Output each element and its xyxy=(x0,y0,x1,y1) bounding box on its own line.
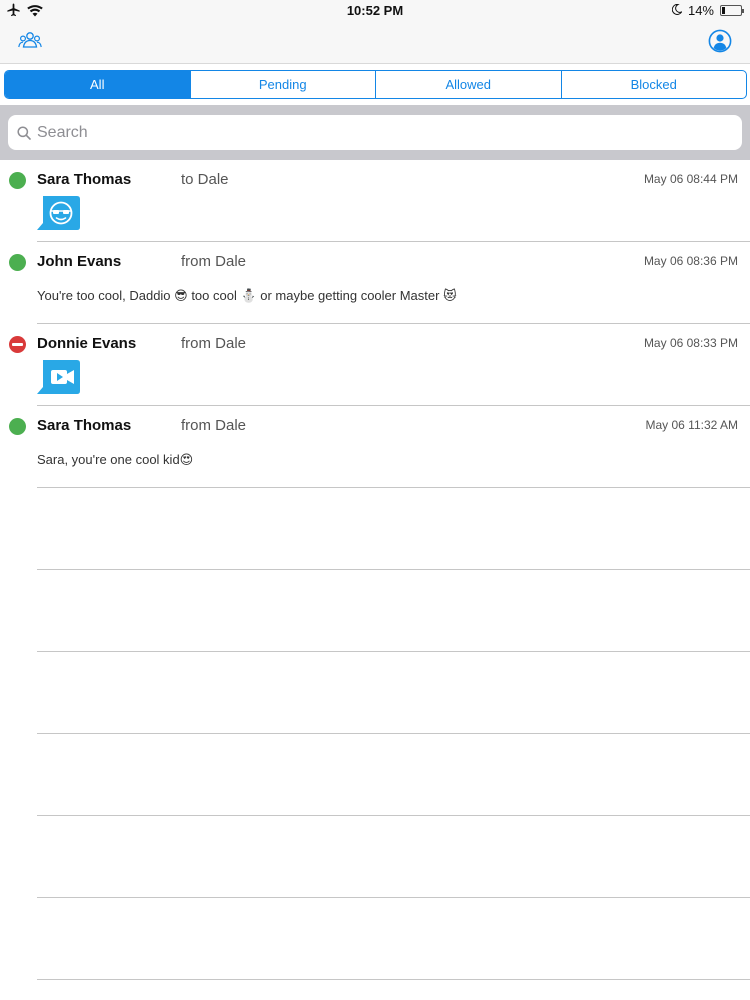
message-timestamp: May 06 08:33 PM xyxy=(643,336,738,350)
list-item[interactable]: Sara Thomas to Dale May 06 08:44 PM xyxy=(0,160,750,242)
sender-name: John Evans xyxy=(37,253,122,270)
tab-blocked[interactable]: Blocked xyxy=(560,71,747,98)
message-timestamp: May 06 08:44 PM xyxy=(643,172,738,186)
message-text: Sara, you're one cool kid😍 xyxy=(37,452,194,467)
blocked-status-icon xyxy=(9,336,26,353)
empty-row xyxy=(0,734,750,816)
search-icon xyxy=(17,125,31,140)
message-direction: from Dale xyxy=(181,417,247,434)
profile-icon[interactable] xyxy=(708,29,732,58)
search-input[interactable] xyxy=(37,123,717,142)
search-box xyxy=(8,115,742,150)
battery-level xyxy=(722,7,725,14)
moon-icon xyxy=(671,3,683,18)
empty-row xyxy=(0,570,750,652)
list-item[interactable]: Donnie Evans from Dale May 06 08:33 PM xyxy=(0,324,750,406)
message-direction: to Dale xyxy=(181,171,229,188)
empty-row xyxy=(0,898,750,980)
message-direction: from Dale xyxy=(181,253,247,270)
tab-pending[interactable]: Pending xyxy=(189,71,376,98)
allowed-status-icon xyxy=(9,418,26,435)
message-list: Sara Thomas to Dale May 06 08:44 PM John… xyxy=(0,160,750,980)
sender-name: Sara Thomas xyxy=(37,417,132,434)
sender-name: Donnie Evans xyxy=(37,335,137,352)
battery-percent: 14% xyxy=(687,3,714,18)
message-timestamp: May 06 08:36 PM xyxy=(643,254,738,268)
tab-all[interactable]: All xyxy=(5,71,190,98)
status-right: 14% xyxy=(671,3,744,18)
message-text: You're too cool, Daddio 😎 too cool ⛄ or … xyxy=(37,288,457,303)
contacts-group-icon[interactable] xyxy=(18,31,42,56)
empty-row xyxy=(0,652,750,734)
empty-row xyxy=(0,816,750,898)
list-item[interactable]: Sara Thomas from Dale May 06 11:32 AM Sa… xyxy=(0,406,750,488)
allowed-status-icon xyxy=(9,172,26,189)
nav-bar xyxy=(0,22,750,64)
sender-name: Sara Thomas xyxy=(37,171,132,188)
status-time: 10:52 PM xyxy=(346,3,404,18)
search-bar xyxy=(0,105,750,160)
empty-row xyxy=(0,488,750,570)
battery-icon xyxy=(720,5,744,16)
message-timestamp: May 06 11:32 AM xyxy=(645,418,739,432)
sticker-face-icon[interactable] xyxy=(37,194,81,232)
allowed-status-icon xyxy=(9,254,26,271)
video-message-icon[interactable] xyxy=(37,358,81,396)
tab-allowed[interactable]: Allowed xyxy=(375,71,561,98)
status-bar: 10:52 PM 14% xyxy=(0,0,750,22)
message-direction: from Dale xyxy=(181,335,247,352)
list-item[interactable]: John Evans from Dale May 06 08:36 PM You… xyxy=(0,242,750,324)
filter-tabs: All Pending Allowed Blocked xyxy=(4,70,747,99)
